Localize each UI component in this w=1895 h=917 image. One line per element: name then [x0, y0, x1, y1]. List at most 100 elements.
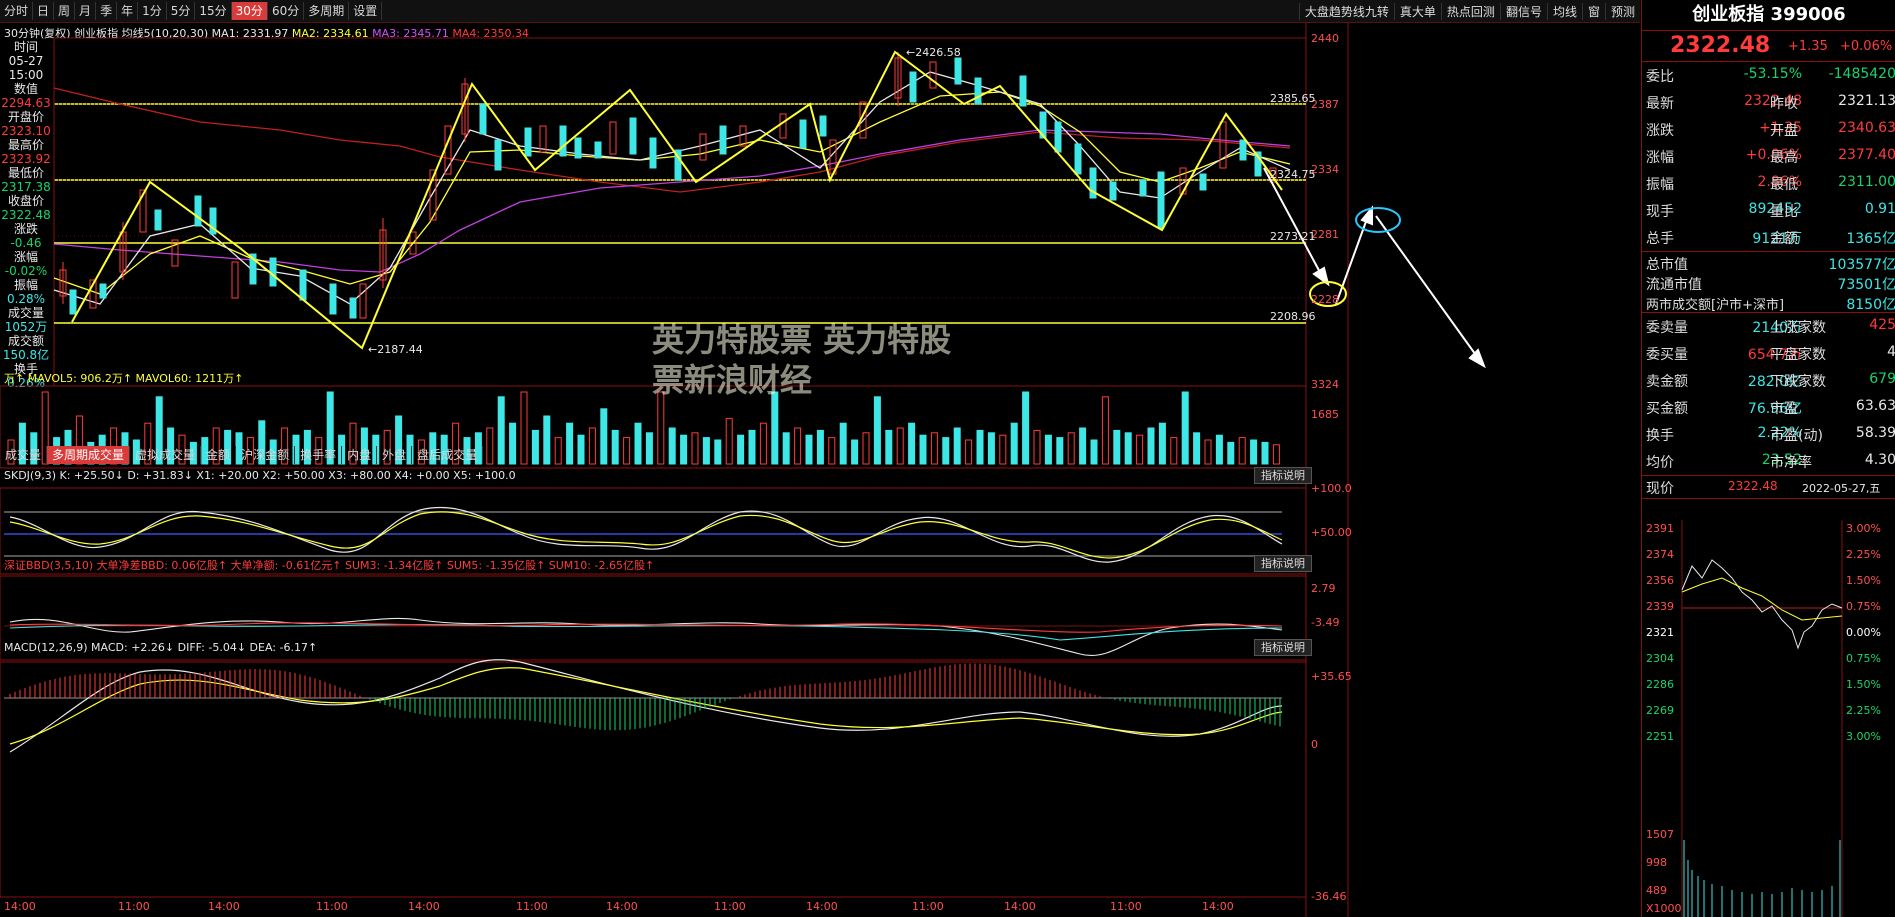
quote-label: 总市值 — [1646, 257, 1688, 273]
ind-tab-hs-amount[interactable]: 沪深金额 — [236, 446, 296, 464]
tab-month[interactable]: 月 — [75, 2, 97, 20]
tab-15min[interactable]: 15分 — [195, 2, 232, 20]
xaxis-label: 11:00 — [714, 900, 746, 913]
ind-tab-outer[interactable]: 外盘 — [377, 446, 413, 464]
quote-value2: 63.63 — [1855, 398, 1895, 414]
volume-bar — [759, 422, 767, 465]
volume-bar — [486, 427, 494, 465]
mini-axis-left-label: 2251 — [1646, 730, 1674, 743]
bbd-axis-bottom: -3.49 — [1311, 616, 1340, 629]
quote-label2: 昨收 — [1770, 96, 1798, 112]
toolbar-window[interactable]: 窗 — [1581, 2, 1605, 20]
ind-tab-turnover[interactable]: 换手率 — [295, 446, 343, 464]
tab-year[interactable]: 年 — [117, 2, 139, 20]
ma2-line — [53, 91, 1291, 295]
quote-label2: 最高 — [1770, 150, 1798, 166]
ind-tab-multi-volume[interactable]: 多周期成交量 — [47, 446, 131, 464]
quote-row: 委卖量 2140万 上涨家数 425 — [1642, 313, 1895, 340]
volume-bar — [1261, 441, 1269, 465]
toolbar-right-group: 大盘趋势线九转 真大单 热点回测 翻信号 均线 窗 预测 — [1298, 2, 1640, 20]
skdj-axis-100: +100.0 — [1311, 482, 1352, 495]
support-lines — [54, 103, 1306, 324]
volume-bar — [828, 437, 836, 465]
tab-day[interactable]: 日 — [33, 2, 55, 20]
volume-bar — [1272, 444, 1280, 465]
tab-60min[interactable]: 60分 — [268, 2, 305, 20]
ind-tab-inner[interactable]: 内盘 — [342, 446, 378, 464]
quote-label2: 下跌家数 — [1770, 374, 1826, 390]
toolbar-trend-nine[interactable]: 大盘趋势线九转 — [1298, 2, 1394, 20]
quote-change-pct: +0.06% — [1840, 39, 1893, 54]
skdj-explain-button[interactable]: 指标说明 — [1254, 467, 1312, 484]
quote-label: 涨跌 — [1646, 123, 1674, 139]
volume-bar — [737, 434, 745, 465]
volume-bar — [782, 432, 790, 465]
volume-bar — [1079, 427, 1087, 465]
volume-bar — [668, 427, 676, 465]
volume-bar — [862, 432, 870, 465]
volume-bar — [1124, 432, 1132, 465]
volume-bar — [873, 396, 881, 465]
volume-bar — [702, 437, 710, 465]
toolbar-signal[interactable]: 翻信号 — [1499, 2, 1547, 20]
ind-tab-amount[interactable]: 金额 — [201, 446, 237, 464]
quote-value2: 58.39 — [1855, 425, 1895, 441]
quote-label2: 最低 — [1770, 177, 1798, 193]
bbd-explain-button[interactable]: 指标说明 — [1254, 555, 1312, 572]
ind-tab-virtual-volume[interactable]: 虚拟成交量 — [130, 446, 202, 464]
ind-tab-volume[interactable]: 成交量 — [0, 446, 48, 464]
tab-1min[interactable]: 1分 — [138, 2, 167, 20]
quote-row: 均价 23.52 市净率 4.30 — [1642, 448, 1895, 475]
volume-bar — [680, 434, 688, 465]
quote-row: 委买量 654.7万 平盘家数 4 — [1642, 340, 1895, 367]
volume-bar — [531, 429, 539, 465]
quote-label: 总手 — [1646, 231, 1674, 247]
quote-title: 创业板指 399006 — [1692, 4, 1846, 25]
volume-bar — [816, 429, 824, 465]
tab-quarter[interactable]: 季 — [96, 2, 118, 20]
quote-label: 涨幅 — [1646, 150, 1674, 166]
tab-week[interactable]: 周 — [54, 2, 76, 20]
mini-axis-right-label: 1.50% — [1846, 574, 1881, 587]
volume-bar — [851, 439, 859, 465]
tab-30min[interactable]: 30分 — [231, 2, 268, 20]
quote-rows-1: 委比 -53.15% -1485420 最新 2322.48 昨收 2321.13 涨跌 +… — [1642, 62, 1895, 252]
mini-vol-axis-label: X1000 — [1646, 902, 1682, 915]
tab-5min[interactable]: 5分 — [167, 2, 196, 20]
tab-multi-period[interactable]: 多周期 — [304, 2, 350, 20]
mini-axis-left-label: 2339 — [1646, 600, 1674, 613]
tab-fenshi[interactable]: 分时 — [0, 2, 34, 20]
volume-bar — [839, 422, 847, 465]
mini-axis-left-label: 2321 — [1646, 626, 1674, 639]
quote-label: 卖金额 — [1646, 374, 1688, 390]
toolbar-forecast[interactable]: 预测 — [1604, 2, 1640, 20]
quote-label: 换手 — [1646, 428, 1674, 444]
annotation-high: ←2426.58 — [906, 46, 961, 59]
mini-vol-axis-label: 998 — [1646, 856, 1667, 869]
annotation-line2: 2324.75 — [1270, 168, 1316, 181]
macd-axis-top: +35.65 — [1311, 670, 1352, 683]
quote-market-rows: 总市值 103577亿 流通市值 73501亿 两市成交额[沪市+深市] 8150亿 — [1642, 252, 1895, 313]
volume-bar — [577, 434, 585, 465]
toolbar-backtest[interactable]: 热点回测 — [1440, 2, 1500, 20]
volume-header: 万↑ MAVOL5: 906.2万↑ MAVOL60: 1211万↑ — [4, 372, 244, 385]
toolbar-big-order[interactable]: 真大单 — [1393, 2, 1441, 20]
volume-bar — [885, 429, 893, 465]
mini-axis-left-label: 2374 — [1646, 548, 1674, 561]
annotation-line4: 2208.96 — [1270, 310, 1316, 323]
quote-row: 总手 9121万 金额 1365亿 — [1642, 224, 1895, 251]
quote-label: 委买量 — [1646, 347, 1688, 363]
tab-settings[interactable]: 设置 — [349, 2, 383, 20]
annotation-low: ←2187.44 — [368, 343, 423, 356]
xaxis-label: 14:00 — [208, 900, 240, 913]
volume-bar — [543, 415, 551, 465]
volume-bar — [691, 432, 699, 465]
volume-bar — [1044, 434, 1052, 465]
macd-explain-button[interactable]: 指标说明 — [1254, 639, 1312, 656]
quote-value2: 1365亿 — [1846, 231, 1895, 247]
mini-vol-axis-label: 489 — [1646, 884, 1667, 897]
toolbar-ma[interactable]: 均线 — [1546, 2, 1582, 20]
volume-bar — [1147, 427, 1155, 465]
volume-bar — [942, 437, 950, 465]
ind-tab-after-hours[interactable]: 盘后成交量 — [412, 446, 484, 464]
